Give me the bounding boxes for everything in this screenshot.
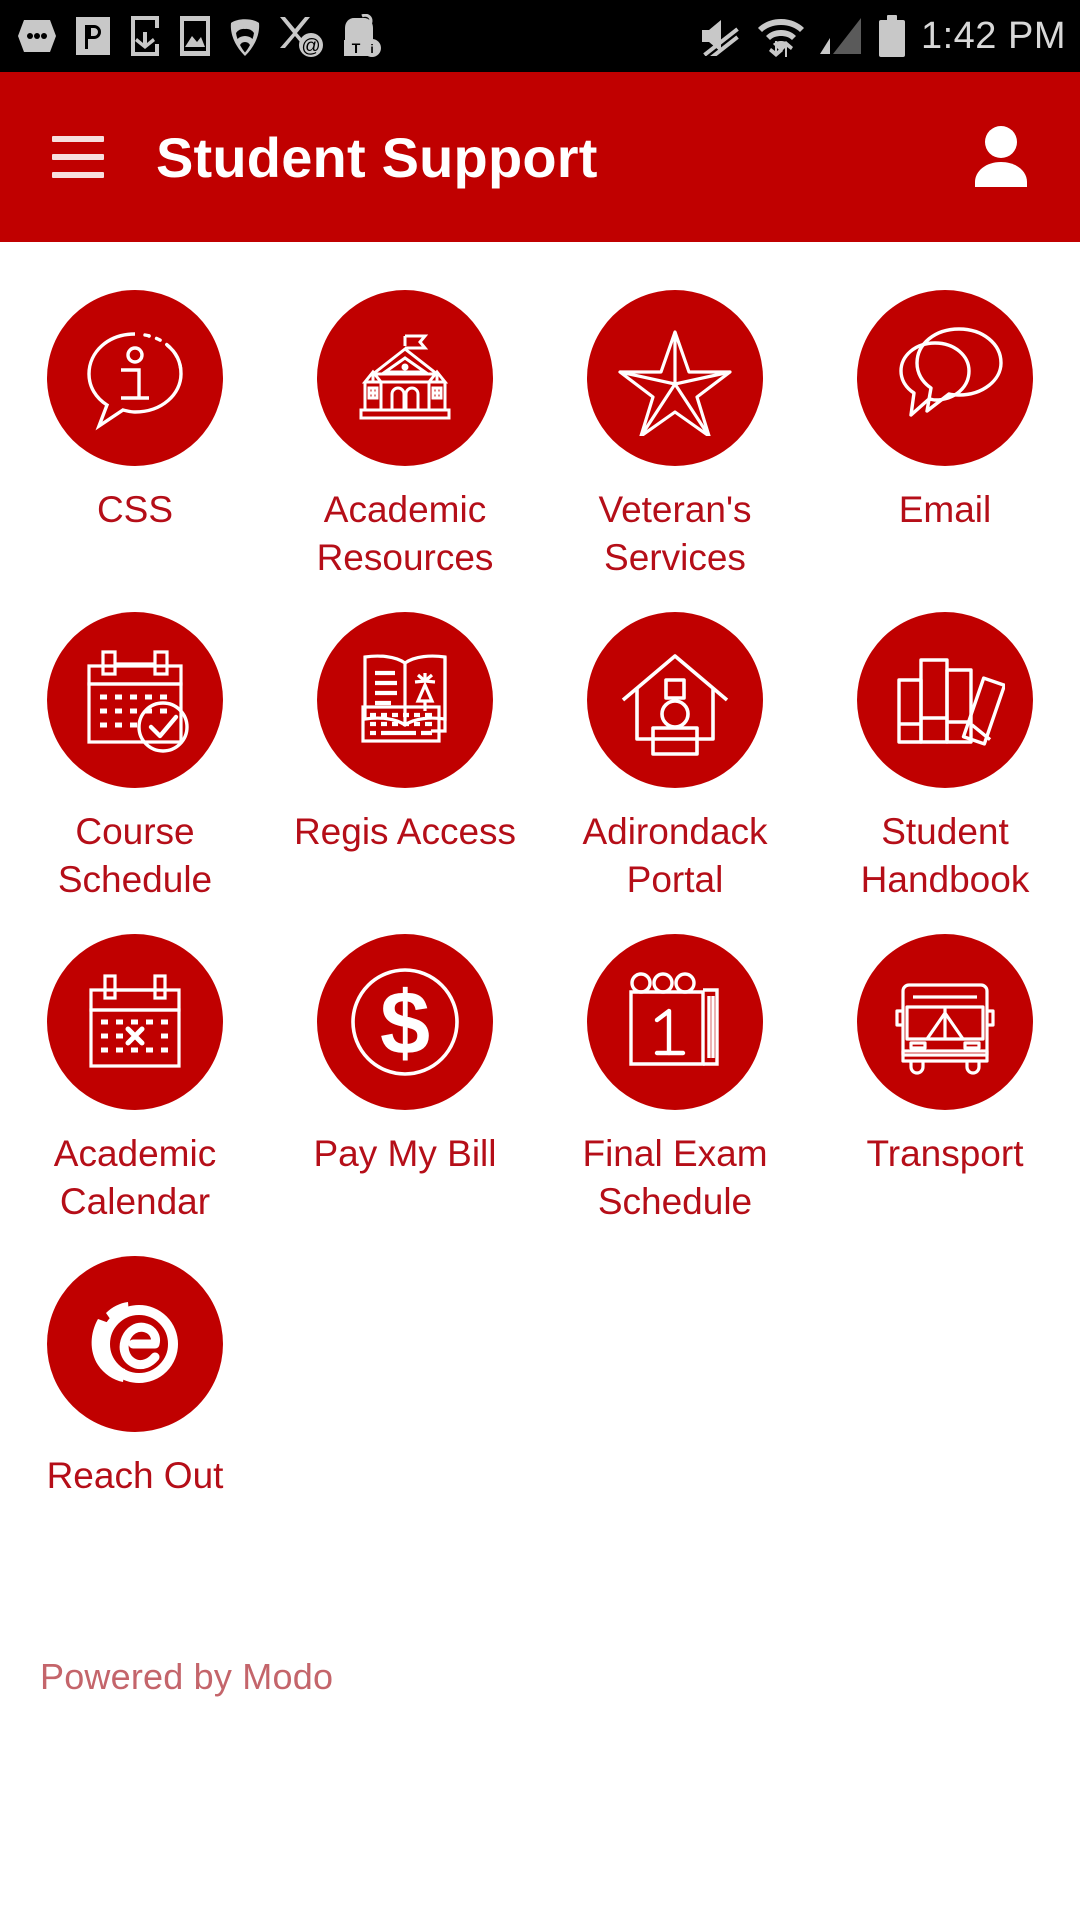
tile-icon-circle (317, 612, 493, 788)
tile-veterans-services[interactable]: Veteran's Services (540, 278, 810, 600)
books-icon (897, 658, 1005, 746)
status-bar-clock: 1:42 PM (920, 14, 1066, 57)
tile-label: Academic Resources (316, 489, 494, 578)
tile-label: Pay My Bill (313, 1133, 497, 1174)
svg-text:i: i (370, 42, 373, 56)
tile-icon-circle (47, 934, 223, 1110)
tile-label: Reach Out (46, 1455, 224, 1496)
calendar-x-icon (89, 974, 181, 1068)
tile-icon-circle (47, 1256, 223, 1432)
tile-icon-circle (587, 934, 763, 1110)
photo-icon (180, 16, 210, 56)
tile-label: Veteran's Services (598, 489, 752, 578)
messages-icon (18, 20, 56, 52)
tile-icon-circle (587, 290, 763, 466)
status-icons-left: @ T i (16, 14, 384, 58)
tile-icon-circle (317, 290, 493, 466)
tile-icon-circle (857, 290, 1033, 466)
tile-label: Academic Calendar (53, 1133, 217, 1222)
house-person-icon (621, 654, 729, 756)
tile-label: CSS (96, 489, 174, 530)
bus-icon (895, 983, 995, 1075)
star-icon (618, 330, 732, 436)
tile-reach-out[interactable]: Reach Out (0, 1244, 270, 1544)
tile-transport[interactable]: Transport (810, 922, 1080, 1244)
tearoff-calendar-one-icon (629, 972, 719, 1066)
signal-cone-icon (230, 19, 260, 56)
footer: Powered by Modo (0, 1544, 1080, 1698)
download-to-phone-icon (131, 16, 159, 56)
dollar-circle-icon: $ (351, 968, 459, 1076)
reach-out-e-icon (91, 1302, 178, 1383)
person-icon (975, 126, 1027, 187)
tile-label: Email (898, 489, 992, 530)
tile-student-handbook[interactable]: Student Handbook (810, 600, 1080, 922)
tile-icon-circle (857, 934, 1033, 1110)
tile-label: Adirondack Portal (582, 811, 768, 900)
campus-building-icon (359, 334, 451, 420)
tile-icon-circle (47, 290, 223, 466)
tile-label: Course Schedule (57, 811, 213, 900)
tile-icon-circle (857, 612, 1033, 788)
tile-final-exam-schedule[interactable]: Final Exam Schedule (540, 922, 810, 1244)
book-keyboard-icon (361, 654, 447, 743)
tile-adirondack-portal[interactable]: Adirondack Portal (540, 600, 810, 922)
battery-icon (878, 15, 905, 57)
app-tile-grid: CSS Academic Resources Veteran's Service… (0, 278, 1080, 1544)
page-title: Student Support (156, 125, 598, 189)
calendar-check-icon (87, 650, 189, 753)
app-bar: Student Support (0, 72, 1080, 242)
tile-icon-circle (587, 612, 763, 788)
tile-icon-circle (47, 612, 223, 788)
cellular-signal-icon (819, 18, 861, 54)
tile-course-schedule[interactable]: Course Schedule (0, 600, 270, 922)
tile-pay-my-bill[interactable]: $ Pay My Bill (270, 922, 540, 1244)
mail-at-icon: @ (280, 17, 323, 57)
wifi-data-transfer-icon (757, 19, 804, 57)
main-content: CSS Academic Resources Veteran's Service… (0, 242, 1080, 1698)
profile-button[interactable] (966, 122, 1036, 192)
t-info-tag-icon: T i (344, 14, 381, 57)
chat-bubbles-icon (899, 327, 1003, 417)
tile-label: Student Handbook (860, 811, 1030, 900)
status-bar: @ T i 1:42 PM (0, 0, 1080, 72)
app-p-icon (76, 17, 110, 55)
tile-email[interactable]: Email (810, 278, 1080, 600)
tile-label: Regis Access (293, 811, 517, 852)
tile-regis-access[interactable]: Regis Access (270, 600, 540, 922)
svg-text:T: T (352, 40, 361, 56)
tile-css[interactable]: CSS (0, 278, 270, 600)
tile-label: Final Exam Schedule (582, 1133, 768, 1222)
tile-icon-circle: $ (317, 934, 493, 1110)
tile-label: Transport (866, 1133, 1024, 1174)
tile-academic-resources[interactable]: Academic Resources (270, 278, 540, 600)
svg-text:@: @ (301, 36, 320, 57)
hamburger-menu-icon[interactable] (52, 136, 104, 178)
svg-text:$: $ (380, 974, 430, 1074)
info-speech-bubble-icon (87, 332, 183, 431)
mute-icon (701, 20, 739, 56)
powered-by-label: Powered by Modo (40, 1656, 334, 1697)
tile-academic-calendar[interactable]: Academic Calendar (0, 922, 270, 1244)
status-icons-right (699, 14, 907, 58)
